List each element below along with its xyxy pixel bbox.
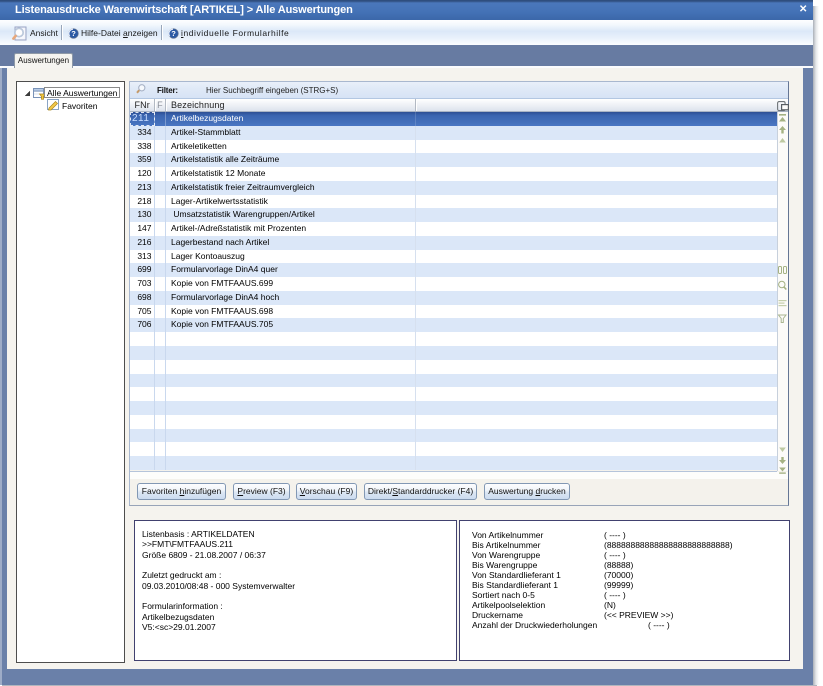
svg-text:?: ? — [171, 29, 176, 38]
svg-text:?: ? — [71, 29, 76, 38]
